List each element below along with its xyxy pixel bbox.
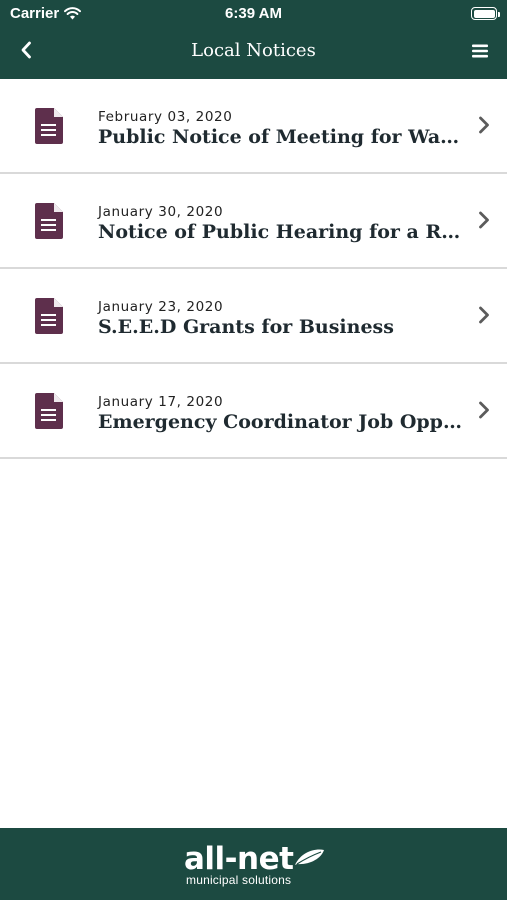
notice-title: Public Notice of Meeting for Water ... (98, 126, 463, 148)
footer: all-net municipal solutions (0, 828, 507, 900)
chevron-right-icon (479, 306, 489, 324)
notice-item[interactable]: January 17, 2020 Emergency Coordinator J… (0, 364, 507, 459)
leaf-icon (295, 849, 324, 865)
app-screen: Carrier 6:39 AM Local Notices February 0… (0, 0, 507, 900)
brand-name: all-net (184, 841, 294, 877)
menu-button[interactable] (467, 38, 493, 64)
notice-title: Emergency Coordinator Job Opport... (98, 411, 463, 433)
notice-date: February 03, 2020 (98, 109, 233, 125)
chevron-right-icon (479, 211, 489, 229)
document-icon (35, 203, 63, 239)
header: Carrier 6:39 AM Local Notices (0, 0, 507, 79)
document-icon (35, 108, 63, 144)
notice-title: Notice of Public Hearing for a Road ... (98, 221, 463, 243)
document-icon (35, 393, 63, 429)
notice-date: January 17, 2020 (98, 394, 224, 410)
hamburger-menu-icon (472, 44, 488, 58)
brand-tagline: municipal solutions (186, 873, 292, 887)
notice-item[interactable]: January 30, 2020 Notice of Public Hearin… (0, 174, 507, 269)
battery-full-icon (471, 7, 500, 20)
notice-date: January 30, 2020 (98, 204, 224, 220)
notice-item[interactable]: January 23, 2020 S.E.E.D Grants for Busi… (0, 269, 507, 364)
navigation-bar: Local Notices (0, 28, 507, 79)
status-bar: Carrier 6:39 AM (0, 0, 507, 28)
chevron-right-icon (479, 116, 489, 134)
status-time: 6:39 AM (225, 5, 282, 22)
chevron-right-icon (479, 401, 489, 419)
notice-item[interactable]: February 03, 2020 Public Notice of Meeti… (0, 79, 507, 174)
notice-list: February 03, 2020 Public Notice of Meeti… (0, 79, 507, 459)
page-title: Local Notices (191, 40, 316, 61)
notice-title: S.E.E.D Grants for Business (98, 316, 394, 338)
document-icon (35, 298, 63, 334)
brand-logo: all-net municipal solutions (184, 842, 334, 892)
notice-date: January 23, 2020 (98, 299, 224, 315)
